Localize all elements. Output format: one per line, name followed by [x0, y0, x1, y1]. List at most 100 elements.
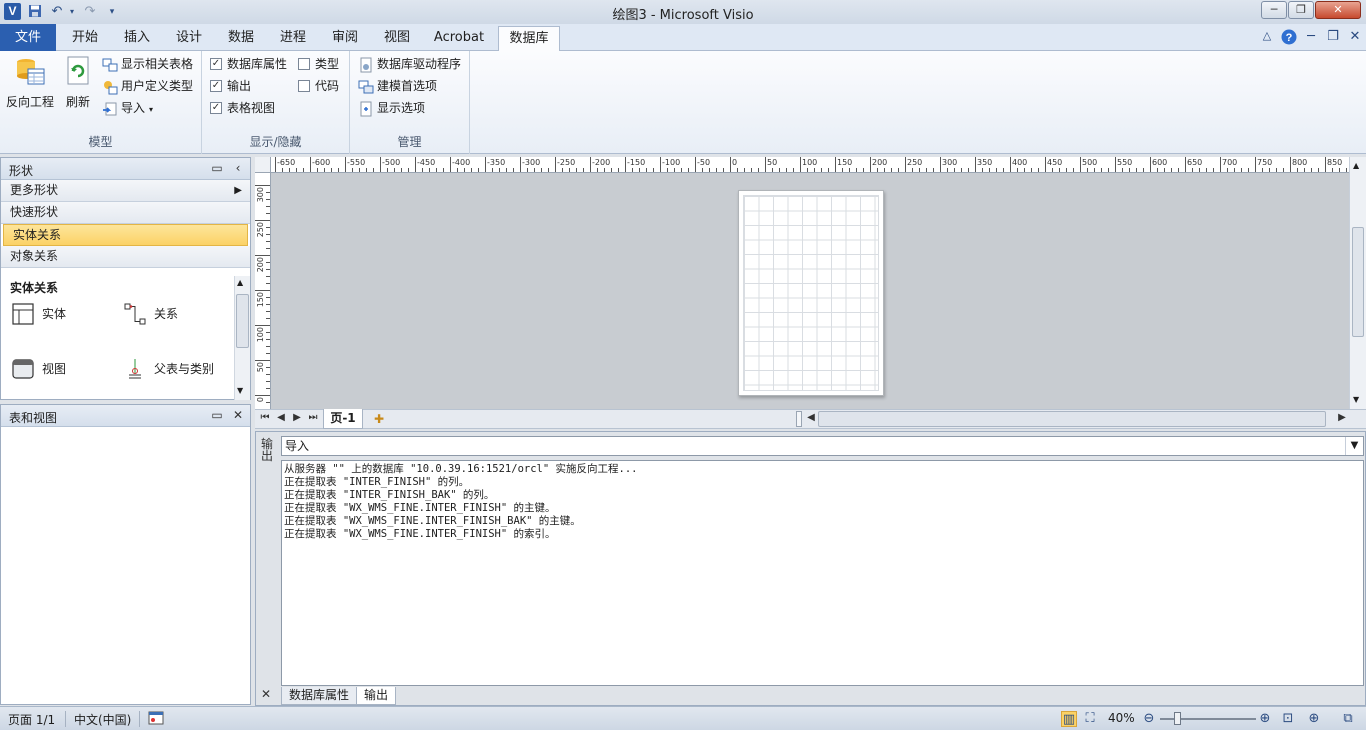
scroll-right-icon[interactable]: ▶ — [1335, 412, 1349, 423]
ruler-corner[interactable] — [255, 157, 271, 173]
drawing-canvas[interactable] — [271, 173, 1349, 409]
pane-close-icon[interactable]: ✕ — [231, 408, 245, 422]
maximize-button[interactable]: ❐ — [1288, 1, 1314, 19]
output-close-icon[interactable]: ✕ — [261, 687, 271, 701]
checkbox-checked-icon: ✓ — [210, 101, 222, 114]
master-view[interactable]: 视图 — [12, 356, 112, 382]
db-drivers-button[interactable]: 数据库驱动程序 — [358, 54, 461, 74]
fit-page-icon[interactable]: ⊡ — [1280, 711, 1296, 727]
tab-db-properties[interactable]: 数据库属性 — [281, 687, 358, 705]
types-checkbox[interactable]: 类型 — [298, 54, 339, 74]
normal-view-icon[interactable]: ▥ — [1061, 711, 1077, 727]
drivers-icon — [358, 57, 374, 73]
ruler-tick-mark — [1290, 157, 1291, 172]
tab-output[interactable]: 输出 — [356, 687, 397, 705]
tab-home[interactable]: 开始 — [62, 26, 108, 51]
chevron-down-icon[interactable]: ▼ — [1345, 437, 1363, 455]
help-icon[interactable]: ? — [1280, 29, 1298, 49]
output-log[interactable]: 从服务器 "" 上的数据库 "10.0.39.16:1521/orcl" 实施反… — [281, 460, 1364, 686]
stencil-quick-shapes[interactable]: 快速形状 — [1, 202, 250, 224]
tab-design[interactable]: 设计 — [166, 26, 212, 51]
scroll-thumb[interactable] — [1352, 227, 1364, 337]
ruler-tick-mark — [821, 168, 822, 172]
page-number-status[interactable]: 页面 1/1 — [8, 711, 55, 728]
tables-views-checkbox[interactable]: ✓ 表格视图 — [210, 98, 275, 118]
ruler-tick-mark — [534, 168, 535, 172]
ruler-tick-mark — [266, 297, 270, 298]
stencil-more-shapes[interactable]: 更多形状 ▶ — [1, 180, 250, 202]
stencil-scrollbar[interactable]: ▲ ▼ — [234, 276, 250, 400]
tab-data[interactable]: 数据 — [218, 26, 264, 51]
output-checkbox[interactable]: ✓ 输出 — [210, 76, 251, 96]
ruler-tick-mark — [926, 168, 927, 172]
zoom-out-icon[interactable]: ⊖ — [1141, 711, 1157, 727]
master-entity[interactable]: 实体 — [12, 301, 112, 327]
master-category[interactable]: 父表与类别 — [124, 356, 234, 382]
pane-collapse-icon[interactable]: ‹ — [231, 161, 245, 175]
ruler-tick-mark — [266, 262, 270, 263]
canvas-vertical-scrollbar[interactable]: ▲ ▼ — [1349, 157, 1366, 409]
horizontal-ruler[interactable]: -650 -600 -550 -500 -450 -400 -350 -300 -250 -200… — [271, 157, 1351, 173]
tab-acrobat[interactable]: Acrobat — [426, 26, 492, 51]
zoom-level[interactable]: 40% — [1108, 711, 1135, 725]
macro-record-icon[interactable] — [148, 711, 164, 727]
zoom-in-icon[interactable]: ⊕ — [1257, 711, 1273, 727]
pane-restore-icon[interactable]: ▭ — [210, 408, 224, 422]
zoom-slider-thumb[interactable] — [1174, 712, 1181, 725]
ruler-tick-mark — [408, 168, 409, 172]
scroll-down-icon[interactable]: ▼ — [1353, 395, 1359, 404]
log-line: 从服务器 "" 上的数据库 "10.0.39.16:1521/orcl" 实施反… — [284, 463, 638, 475]
first-page-icon[interactable]: ⏮ — [258, 412, 272, 423]
tab-view[interactable]: 视图 — [374, 26, 420, 51]
next-page-icon[interactable]: ▶ — [290, 412, 304, 423]
user-defined-types-button[interactable]: 用户定义类型 — [102, 76, 193, 96]
doc-close-icon[interactable]: ✕ — [1346, 29, 1364, 44]
drawing-page[interactable] — [738, 190, 884, 396]
minimize-button[interactable]: ─ — [1261, 1, 1287, 19]
stencil-object-relational[interactable]: 对象关系 — [1, 246, 250, 268]
tab-database[interactable]: 数据库 — [498, 26, 560, 52]
tab-process[interactable]: 进程 — [270, 26, 316, 51]
refresh-button[interactable]: 刷新 — [60, 55, 96, 110]
tab-insert[interactable]: 插入 — [114, 26, 160, 51]
hscroll-splitter[interactable] — [796, 411, 802, 427]
full-screen-icon[interactable]: ⛶ — [1082, 711, 1098, 727]
insert-page-icon[interactable]: ✚ — [369, 412, 389, 426]
language-status[interactable]: 中文(中国) — [74, 711, 131, 728]
minimize-ribbon-icon[interactable]: △ — [1258, 29, 1276, 42]
pane-restore-icon[interactable]: ▭ — [210, 161, 224, 175]
ruler-tick-mark — [1171, 168, 1172, 172]
close-button[interactable]: ✕ — [1315, 1, 1361, 19]
scroll-up-icon[interactable]: ▲ — [237, 278, 243, 287]
tab-review[interactable]: 审阅 — [322, 26, 368, 51]
reverse-engineer-button[interactable]: 反向工程 — [4, 55, 56, 110]
doc-restore-icon[interactable]: ❐ — [1324, 29, 1342, 44]
scroll-thumb[interactable] — [236, 294, 249, 348]
display-options-button[interactable]: 显示选项 — [358, 98, 425, 118]
stencil-entity-relationship[interactable]: 实体关系 — [3, 224, 248, 246]
switch-windows-icon[interactable]: ⧉ — [1340, 711, 1356, 727]
last-page-icon[interactable]: ⏭ — [306, 412, 320, 423]
ruler-tick-mark — [255, 360, 270, 361]
tab-file[interactable]: 文件 — [0, 24, 56, 51]
pan-zoom-icon[interactable]: ⊕ — [1306, 711, 1322, 727]
code-checkbox[interactable]: 代码 — [298, 76, 339, 96]
scroll-left-icon[interactable]: ◀ — [804, 412, 818, 423]
ruler-tick-label: -200 — [592, 158, 611, 167]
ruler-tick-mark — [394, 168, 395, 172]
scroll-up-icon[interactable]: ▲ — [1353, 161, 1359, 170]
horizontal-scroll-thumb[interactable] — [818, 411, 1326, 427]
output-source-select[interactable]: 导入 ▼ — [281, 436, 1364, 456]
page-tab-1[interactable]: 页-1 — [323, 409, 363, 429]
modeling-prefs-button[interactable]: 建模首选项 — [358, 76, 437, 96]
show-related-tables-button[interactable]: 显示相关表格 — [102, 54, 193, 74]
master-relationship[interactable]: 关系 — [124, 301, 224, 327]
ruler-tick-mark — [1311, 168, 1312, 172]
import-button[interactable]: 导入 ▾ — [102, 98, 153, 118]
doc-minimize-icon[interactable]: ─ — [1302, 29, 1320, 44]
vertical-ruler[interactable]: 300 250 200 150 100 50 0 — [255, 173, 271, 409]
scroll-down-icon[interactable]: ▼ — [237, 386, 243, 395]
ruler-tick-mark — [611, 168, 612, 172]
db-properties-checkbox[interactable]: ✓ 数据库属性 — [210, 54, 287, 74]
prev-page-icon[interactable]: ◀ — [274, 412, 288, 423]
